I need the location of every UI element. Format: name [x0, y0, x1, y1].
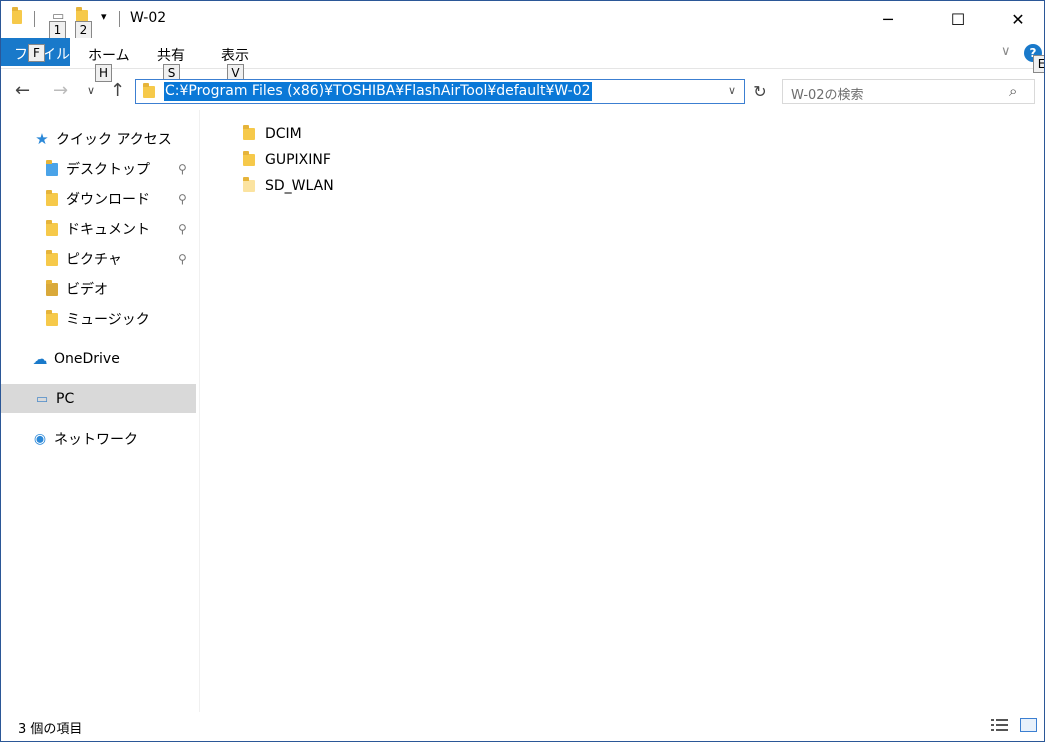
customize-quick-access-button[interactable]: ▾ [101, 10, 107, 23]
nav-pictures[interactable]: ピクチャ [44, 244, 122, 274]
folder-icon [243, 125, 255, 140]
nav-downloads[interactable]: ダウンロード [44, 184, 150, 214]
search-input[interactable]: W-02の検索 [791, 84, 864, 103]
maximize-button[interactable]: ☐ [935, 0, 981, 38]
nav-quick-access[interactable]: ★ クイック アクセス [34, 124, 172, 154]
address-path[interactable]: C:¥Program Files (x86)¥TOSHIBA¥FlashAirT… [164, 82, 592, 101]
pin-icon[interactable]: ⚲ [178, 192, 187, 206]
nav-pc[interactable]: ▭ PC [34, 384, 74, 414]
nav-onedrive[interactable]: ☁ OneDrive [32, 344, 120, 374]
pin-icon[interactable]: ⚲ [178, 222, 187, 236]
nav-videos[interactable]: ビデオ [44, 274, 108, 304]
pin-icon[interactable]: ⚲ [178, 252, 187, 266]
videos-icon [44, 279, 60, 297]
back-button[interactable]: ← [15, 80, 30, 101]
music-icon [44, 309, 60, 327]
pictures-icon [44, 249, 60, 267]
search-icon[interactable]: ⌕ [1009, 82, 1017, 100]
close-button[interactable]: ✕ [995, 0, 1041, 38]
forward-button[interactable]: → [53, 80, 68, 101]
minimize-button[interactable]: ─ [865, 0, 911, 38]
nav-network-label: ネットワーク [54, 432, 138, 448]
nav-quick-access-label: クイック アクセス [56, 132, 172, 148]
status-item-count: 3 個の項目 [18, 722, 83, 737]
up-button[interactable]: ↑ [110, 80, 125, 101]
list-item[interactable]: GUPIXINF [243, 149, 331, 171]
nav-music-label: ミュージック [66, 312, 150, 328]
nav-network[interactable]: ◉ ネットワーク [32, 424, 138, 454]
file-name: SD_WLAN [265, 178, 334, 194]
pin-icon[interactable]: ⚲ [178, 162, 187, 176]
star-icon: ★ [35, 130, 49, 148]
large-icons-view-icon[interactable] [1020, 718, 1037, 732]
refresh-button[interactable]: ↻ [749, 79, 771, 104]
nav-downloads-label: ダウンロード [66, 192, 150, 208]
details-view-icon[interactable] [991, 718, 1008, 732]
nav-desktop[interactable]: デスクトップ [44, 154, 150, 184]
nav-onedrive-label: OneDrive [54, 351, 120, 367]
tab-view[interactable]: 表示 [221, 45, 249, 65]
address-dropdown-button[interactable]: ∨ [728, 84, 736, 97]
keytip-help: E [1033, 55, 1045, 73]
nav-documents[interactable]: ドキュメント [44, 214, 150, 244]
separator [119, 11, 120, 27]
folder-icon [12, 7, 22, 28]
network-icon: ◉ [33, 431, 47, 447]
pc-selection-highlight [0, 384, 196, 413]
file-name: DCIM [265, 126, 302, 142]
tab-share[interactable]: 共有 [157, 45, 185, 65]
nav-pc-label: PC [56, 391, 75, 407]
nav-desktop-label: デスクトップ [66, 162, 150, 178]
tab-home[interactable]: ホーム [88, 45, 130, 65]
nav-music[interactable]: ミュージック [44, 304, 150, 334]
list-item[interactable]: DCIM [243, 123, 302, 145]
nav-videos-label: ビデオ [66, 282, 108, 298]
expand-ribbon-button[interactable]: ∨ [1001, 44, 1011, 59]
documents-icon [44, 219, 60, 237]
desktop-icon [44, 159, 60, 177]
computer-icon: ▭ [35, 391, 49, 407]
keytip-2: 2 [75, 21, 92, 39]
separator [34, 11, 35, 27]
recent-locations-button[interactable]: ∨ [87, 84, 95, 97]
window-title: W-02 [130, 10, 167, 26]
folder-icon [243, 151, 255, 166]
keytip-file: F [28, 44, 45, 62]
folder-icon [143, 83, 155, 102]
folder-icon [243, 177, 255, 192]
downloads-icon [44, 189, 60, 207]
nav-pictures-label: ピクチャ [66, 252, 122, 268]
file-name: GUPIXINF [265, 152, 331, 168]
cloud-icon: ☁ [32, 350, 48, 368]
keytip-1: 1 [49, 21, 66, 39]
list-item[interactable]: SD_WLAN [243, 175, 334, 197]
nav-documents-label: ドキュメント [66, 222, 150, 238]
